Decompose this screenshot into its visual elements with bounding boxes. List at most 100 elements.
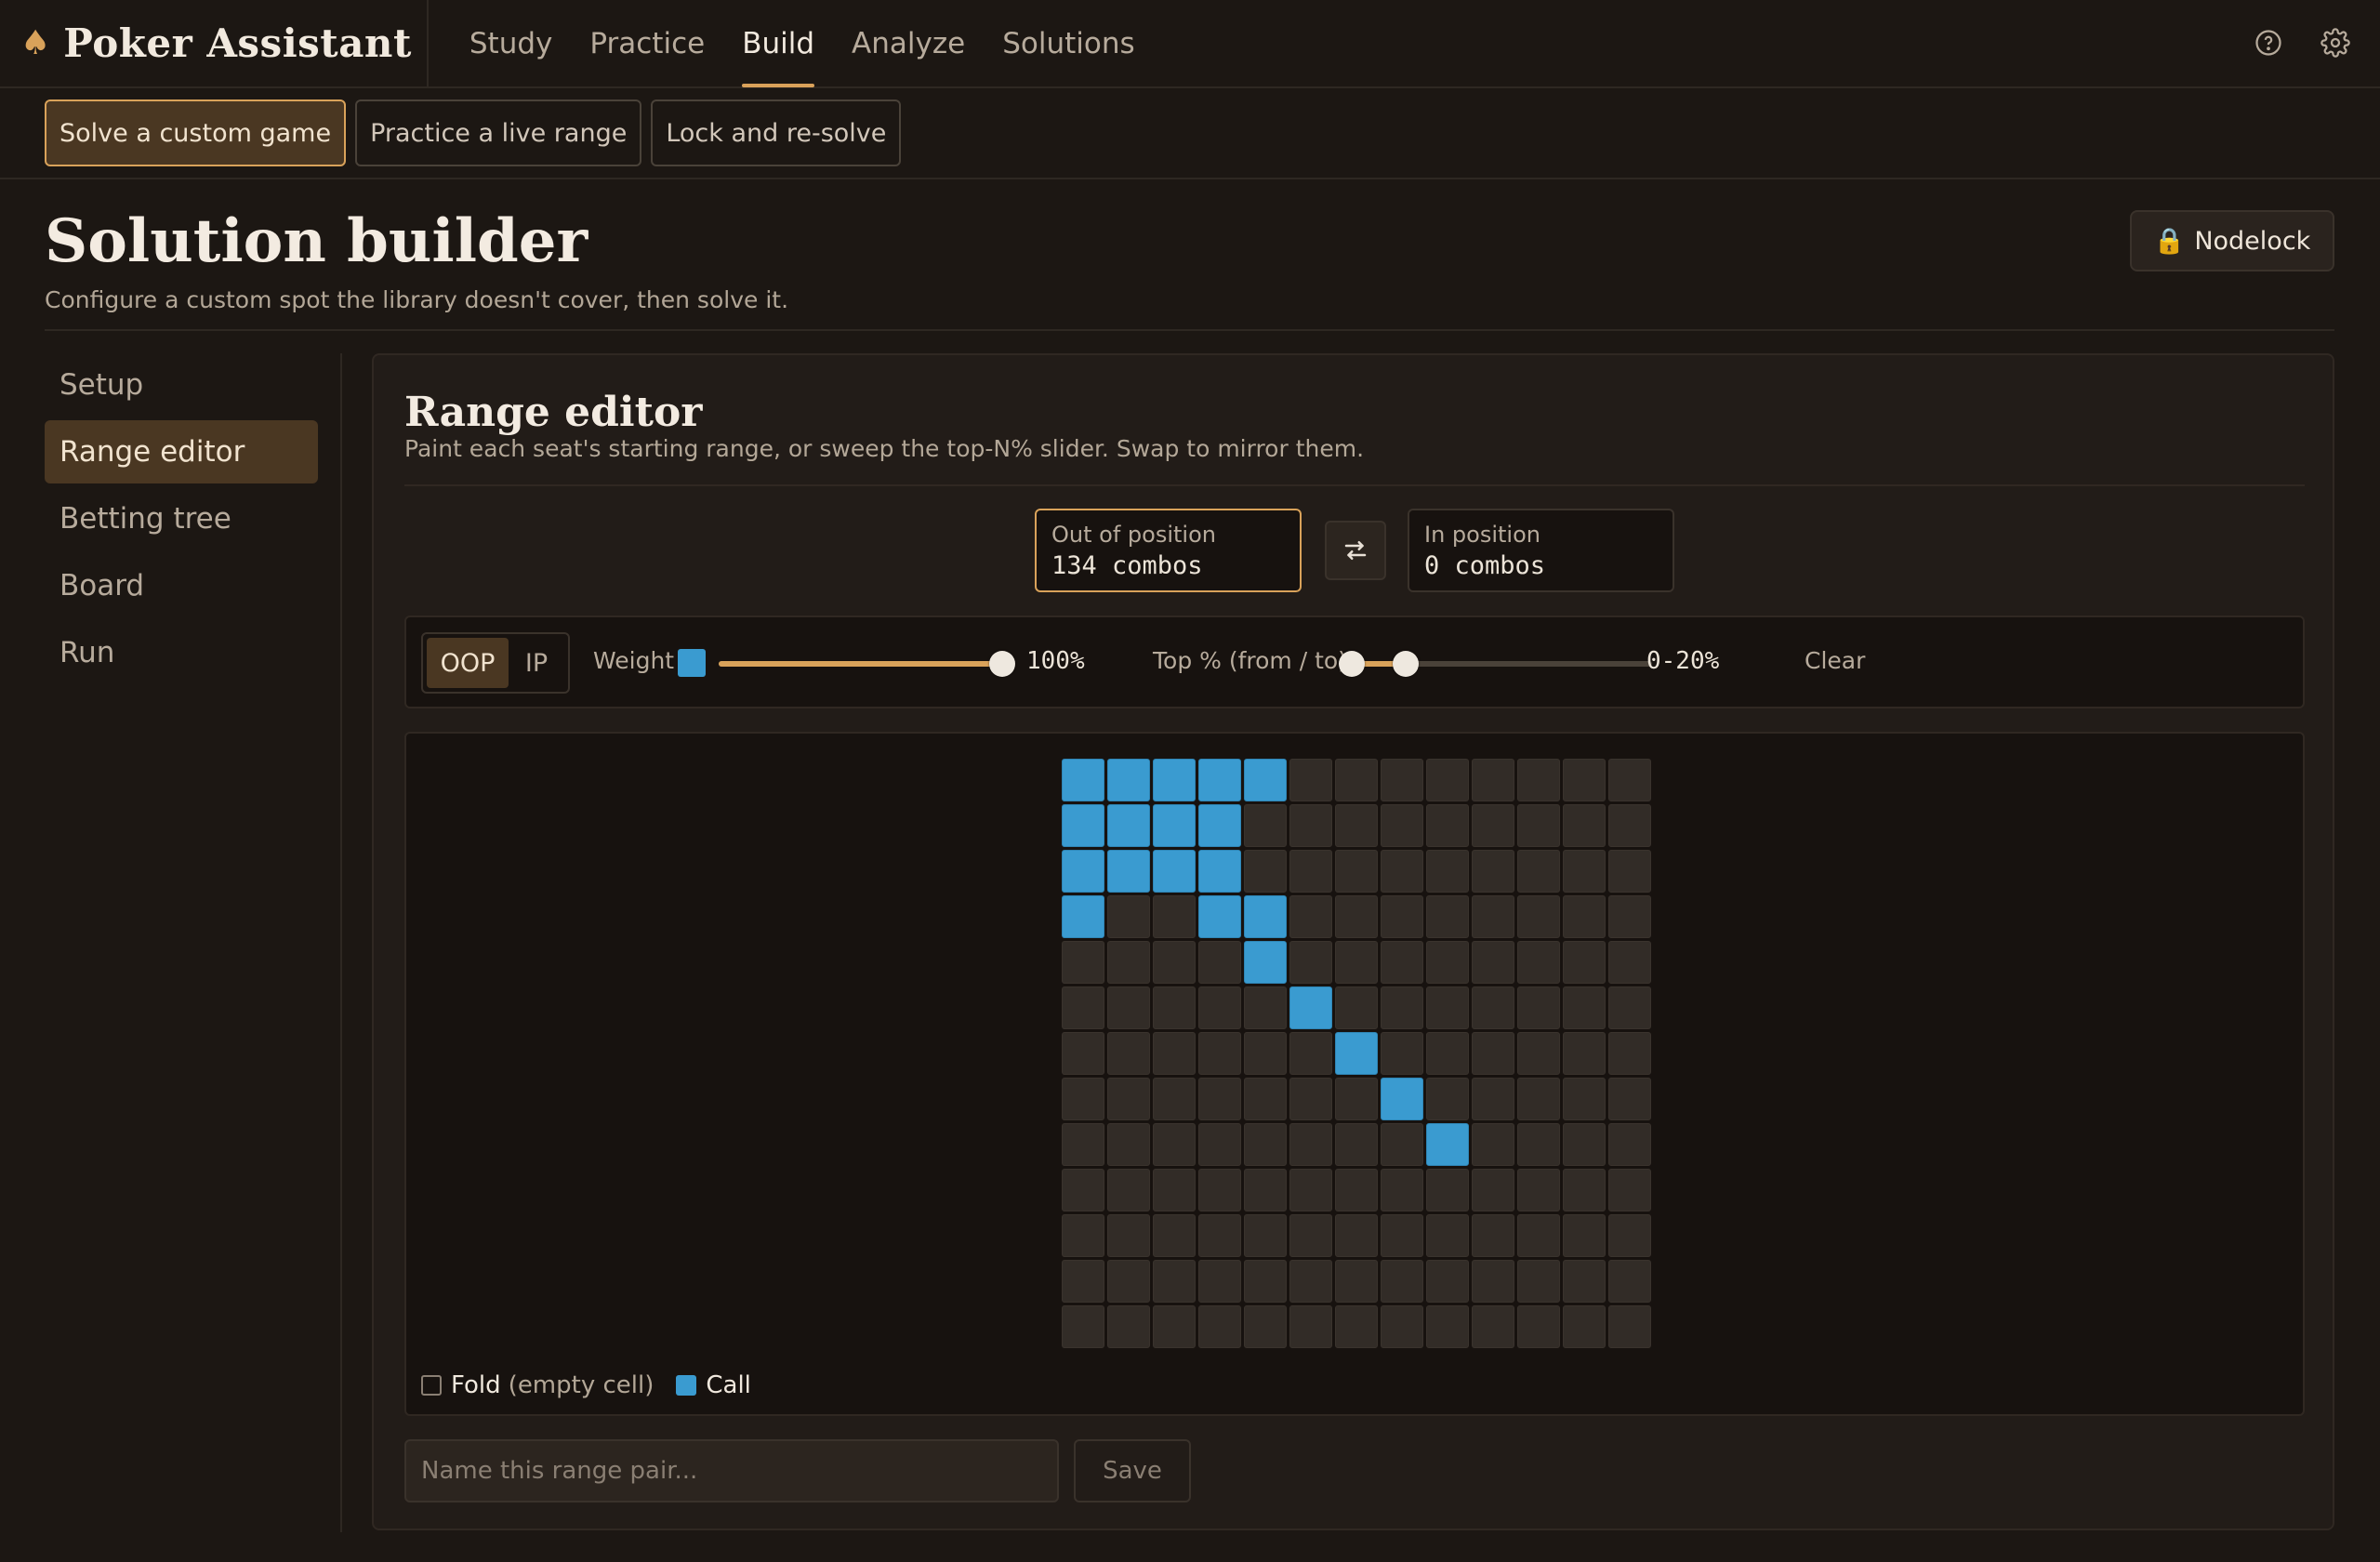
range-cell[interactable] [1426, 850, 1469, 893]
range-cell[interactable] [1153, 1260, 1196, 1303]
range-cell[interactable] [1608, 895, 1651, 938]
nav-tab-study[interactable]: Study [451, 0, 572, 87]
range-cell[interactable] [1608, 1078, 1651, 1120]
range-cell[interactable] [1244, 941, 1287, 984]
range-cell[interactable] [1244, 1169, 1287, 1211]
range-cell[interactable] [1244, 1214, 1287, 1257]
range-cell[interactable] [1198, 1169, 1241, 1211]
range-cell[interactable] [1244, 1305, 1287, 1348]
range-cell[interactable] [1289, 1260, 1332, 1303]
range-cell[interactable] [1153, 1123, 1196, 1166]
range-cell[interactable] [1107, 1214, 1150, 1257]
range-cell[interactable] [1608, 804, 1651, 847]
range-cell[interactable] [1381, 895, 1423, 938]
range-cell[interactable] [1426, 759, 1469, 801]
sidebar-item-betting-tree[interactable]: Betting tree [45, 487, 318, 550]
oop-seat-card[interactable]: Out of position 134 combos [1035, 509, 1302, 592]
range-cell[interactable] [1472, 1032, 1514, 1075]
range-cell[interactable] [1563, 895, 1606, 938]
range-cell[interactable] [1289, 986, 1332, 1029]
range-cell[interactable] [1198, 1123, 1241, 1166]
range-cell[interactable] [1426, 941, 1469, 984]
range-cell[interactable] [1107, 804, 1150, 847]
range-cell[interactable] [1062, 986, 1104, 1029]
range-cell[interactable] [1381, 941, 1423, 984]
range-cell[interactable] [1472, 804, 1514, 847]
range-cell[interactable] [1608, 941, 1651, 984]
range-cell[interactable] [1107, 1305, 1150, 1348]
range-cell[interactable] [1062, 759, 1104, 801]
range-cell[interactable] [1289, 1078, 1332, 1120]
range-cell[interactable] [1472, 986, 1514, 1029]
subnav-practice-live-range[interactable]: Practice a live range [355, 99, 642, 166]
range-cell[interactable] [1198, 986, 1241, 1029]
range-cell[interactable] [1608, 1032, 1651, 1075]
range-cell[interactable] [1517, 941, 1560, 984]
range-cell[interactable] [1062, 941, 1104, 984]
range-cell[interactable] [1244, 759, 1287, 801]
range-cell[interactable] [1608, 759, 1651, 801]
subnav-solve-custom-game[interactable]: Solve a custom game [45, 99, 347, 166]
range-cell[interactable] [1381, 1123, 1423, 1166]
range-cell[interactable] [1062, 1078, 1104, 1120]
range-cell[interactable] [1608, 850, 1651, 893]
nav-tab-build[interactable]: Build [723, 0, 833, 87]
range-cell[interactable] [1198, 804, 1241, 847]
nodelock-button[interactable]: 🔒 Nodelock [2130, 210, 2334, 271]
range-cell[interactable] [1426, 1032, 1469, 1075]
range-cell[interactable] [1335, 1078, 1378, 1120]
weight-color-swatch[interactable] [678, 649, 706, 677]
range-cell[interactable] [1608, 1260, 1651, 1303]
range-cell[interactable] [1563, 759, 1606, 801]
range-cell[interactable] [1472, 1078, 1514, 1120]
range-cell[interactable] [1289, 1214, 1332, 1257]
top-percent-to-thumb[interactable] [1393, 651, 1420, 677]
range-cell[interactable] [1244, 1078, 1287, 1120]
range-cell[interactable] [1426, 1305, 1469, 1348]
range-cell[interactable] [1381, 1078, 1423, 1120]
range-cell[interactable] [1472, 1123, 1514, 1166]
range-cell[interactable] [1062, 1123, 1104, 1166]
range-cell[interactable] [1153, 1078, 1196, 1120]
range-pair-name-input[interactable] [404, 1439, 1059, 1502]
range-cell[interactable] [1198, 941, 1241, 984]
range-cell[interactable] [1472, 1260, 1514, 1303]
brand[interactable]: ♠ Poker Assistant [0, 0, 429, 87]
range-cell[interactable] [1472, 941, 1514, 984]
save-range-pair-button[interactable]: Save [1074, 1439, 1191, 1502]
range-cell[interactable] [1153, 941, 1196, 984]
range-cell[interactable] [1335, 1214, 1378, 1257]
range-cell[interactable] [1107, 1169, 1150, 1211]
range-cell[interactable] [1107, 941, 1150, 984]
range-cell[interactable] [1517, 1169, 1560, 1211]
range-cell[interactable] [1062, 895, 1104, 938]
ip-seat-card[interactable]: In position 0 combos [1408, 509, 1674, 592]
range-cell[interactable] [1426, 895, 1469, 938]
range-cell[interactable] [1608, 1214, 1651, 1257]
range-cell[interactable] [1289, 895, 1332, 938]
seat-toggle-ip[interactable]: IP [512, 638, 561, 688]
range-cell[interactable] [1426, 1123, 1469, 1166]
range-cell[interactable] [1198, 1032, 1241, 1075]
range-cell[interactable] [1107, 1123, 1150, 1166]
seat-toggle-oop[interactable]: OOP [427, 638, 509, 688]
range-cell[interactable] [1062, 1169, 1104, 1211]
range-cell[interactable] [1289, 1123, 1332, 1166]
range-cell[interactable] [1608, 1169, 1651, 1211]
range-cell[interactable] [1472, 1305, 1514, 1348]
range-cell[interactable] [1472, 1214, 1514, 1257]
range-cell[interactable] [1153, 895, 1196, 938]
range-cell[interactable] [1153, 1214, 1196, 1257]
range-cell[interactable] [1563, 1260, 1606, 1303]
range-cell[interactable] [1381, 986, 1423, 1029]
range-cell[interactable] [1153, 759, 1196, 801]
range-cell[interactable] [1563, 1032, 1606, 1075]
range-cell[interactable] [1335, 1305, 1378, 1348]
range-cell[interactable] [1335, 850, 1378, 893]
sidebar-item-setup[interactable]: Setup [45, 353, 318, 417]
range-cell[interactable] [1381, 759, 1423, 801]
range-cell[interactable] [1381, 1260, 1423, 1303]
range-cell[interactable] [1335, 986, 1378, 1029]
nav-tab-solutions[interactable]: Solutions [984, 0, 1153, 87]
range-cell[interactable] [1335, 804, 1378, 847]
